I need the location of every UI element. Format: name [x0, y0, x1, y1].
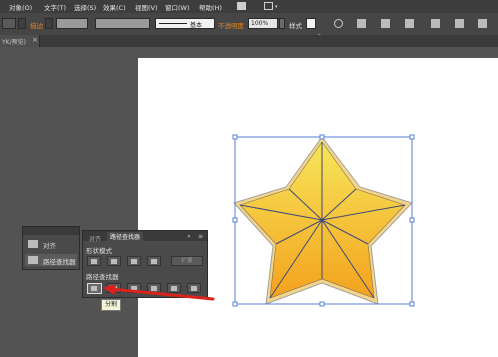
menu-object[interactable]: 对象(O) — [9, 2, 32, 12]
shape-modes-label: 形状模式 — [86, 247, 112, 255]
stroke-line-icon — [159, 23, 187, 24]
transform-icon[interactable] — [381, 19, 390, 28]
pathfinder-panel-label: 路径查找器 — [43, 258, 76, 266]
panel-menu-icon[interactable]: ≡ — [198, 233, 203, 240]
pathfinders-label: 路径查找器 — [86, 273, 119, 281]
graphic-style-swatch[interactable] — [306, 18, 316, 29]
align-panel-item[interactable]: 对齐 — [43, 240, 56, 250]
intersect-button[interactable] — [127, 256, 141, 266]
collapsed-panel-dock: 对齐 路径查找器 — [22, 226, 80, 270]
opacity-label[interactable]: 不透明度 — [218, 20, 244, 30]
minus-front-button[interactable] — [107, 256, 121, 266]
brush-style-label: 基本 — [190, 22, 203, 29]
arrange-documents-icon[interactable] — [264, 2, 273, 10]
menu-select[interactable]: 选择(S) — [74, 2, 96, 12]
stroke-weight-spinner[interactable] — [45, 18, 53, 29]
isolate-icon[interactable] — [405, 19, 414, 28]
panel-menu-icon[interactable] — [431, 19, 440, 28]
align-icon — [28, 240, 38, 248]
fill-dropdown[interactable] — [18, 18, 26, 29]
pathfinder-panel-item[interactable]: 路径查找器 — [25, 254, 77, 266]
brush-definition-select[interactable]: 基本 — [155, 18, 215, 29]
close-icon[interactable]: × — [32, 36, 38, 44]
fill-swatch[interactable] — [2, 18, 16, 29]
pathfinder-icon — [28, 256, 38, 264]
menu-window[interactable]: 窗口(W) — [165, 2, 190, 12]
opacity-input[interactable]: 100% — [248, 18, 278, 29]
align-icon[interactable] — [357, 19, 366, 28]
unite-button[interactable] — [87, 256, 101, 266]
workspace-icon[interactable] — [478, 19, 487, 28]
bridge-icon[interactable] — [237, 2, 246, 10]
menu-type[interactable]: 文字(T) — [44, 2, 66, 12]
menu-effect[interactable]: 效果(C) — [103, 2, 126, 12]
stroke-weight-input[interactable] — [56, 18, 88, 29]
expand-button[interactable]: 扩展 — [171, 256, 203, 266]
document-tab[interactable]: YK/预览) × — [0, 35, 40, 47]
document-tab-bar — [0, 35, 498, 47]
chevron-down-icon[interactable]: ▾ — [275, 4, 278, 10]
tab-pathfinder[interactable]: 路径查找器 — [107, 232, 144, 241]
panel-dock-title[interactable] — [23, 227, 79, 235]
stroke-label[interactable]: 描边 — [30, 20, 43, 30]
menu-view[interactable]: 视图(V) — [135, 2, 158, 12]
tab-align[interactable]: 对齐 — [89, 234, 101, 243]
opacity-dropdown[interactable] — [279, 18, 285, 29]
menu-bar: 对象(O) 文字(T) 选择(S) 效果(C) 视图(V) 窗口(W) 帮助(H… — [0, 0, 498, 13]
arrange-icon[interactable] — [455, 19, 464, 28]
variable-width-profile[interactable] — [95, 18, 150, 29]
red-arrow-annotation — [103, 285, 215, 301]
control-bar: 描边 基本 不透明度 100% 样式 ▾ — [0, 13, 498, 39]
document-tab-label: YK/预览) — [2, 39, 26, 46]
collapse-icon[interactable]: « — [187, 233, 191, 240]
style-label: 样式 — [289, 22, 302, 30]
menu-help[interactable]: 帮助(H) — [199, 2, 222, 12]
star-artwork[interactable] — [230, 130, 420, 310]
recolor-artwork-icon[interactable] — [334, 19, 343, 28]
exclude-button[interactable] — [147, 256, 161, 266]
